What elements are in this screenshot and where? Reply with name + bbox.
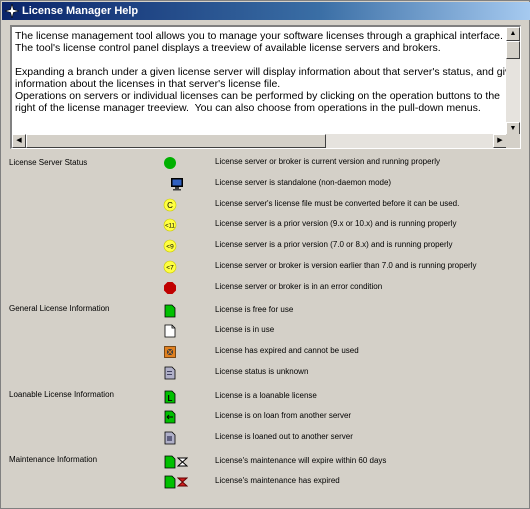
- legend-label: License is in use: [215, 325, 275, 334]
- legend-row: License's maintenance has expired: [1, 474, 530, 490]
- title-bar[interactable]: License Manager Help: [2, 2, 530, 20]
- legend-label: License is a loanable license: [215, 391, 317, 400]
- legend-label: License's maintenance has expired: [215, 476, 340, 485]
- legend-label: License is on loan from another server: [215, 411, 352, 420]
- legend-label: License is free for use: [215, 305, 294, 314]
- legend-row: <7 License server or broker is version e…: [1, 259, 530, 275]
- vertical-scroll-thumb[interactable]: [506, 41, 520, 59]
- help-text-pane[interactable]: The license management tool allows you t…: [10, 25, 521, 149]
- legend-row: License server is standalone (non-daemon…: [1, 176, 530, 192]
- expired-doc-icon: [164, 346, 176, 358]
- legend-row: License is in use: [1, 323, 530, 339]
- legend-row: C License server's license file must be …: [1, 197, 530, 213]
- green-doc-icon: [164, 455, 176, 469]
- legend-label: License server's license file must be co…: [215, 199, 460, 208]
- legend-label: License is loaned out to another server: [215, 432, 353, 441]
- legend-row: License server or broker is in an error …: [1, 280, 530, 296]
- legend-row: License is on loan from another server: [1, 409, 530, 425]
- scroll-left-button[interactable]: ◀: [12, 134, 26, 148]
- badge-text: <11: [165, 224, 175, 230]
- license-manager-help-window: License Manager Help The license managem…: [0, 0, 530, 509]
- badge-text: <9: [166, 244, 174, 251]
- scroll-up-button[interactable]: ▲: [506, 27, 520, 41]
- legend-label: License server or broker is version earl…: [215, 261, 477, 270]
- badge-text: <7: [166, 265, 174, 272]
- yellow-c-icon: C: [163, 198, 177, 212]
- green-doc-icon: [164, 304, 176, 318]
- legend-row: <9 License server is a prior version (7.…: [1, 238, 530, 254]
- loaned-out-doc-icon: [164, 431, 176, 445]
- loanable-doc-icon: L: [164, 390, 176, 404]
- scroll-right-button[interactable]: ▶: [493, 134, 507, 148]
- yellow-v9-icon: <9: [163, 239, 177, 253]
- help-text: The license management tool allows you t…: [15, 30, 516, 114]
- legend-label: License status is unknown: [215, 367, 309, 376]
- red-hourglass-icon: [177, 477, 188, 487]
- legend-row: License's maintenance will expire within…: [1, 454, 530, 470]
- legend-row: License is loaned out to another server: [1, 430, 530, 446]
- legend-label: License server is standalone (non-daemon…: [215, 178, 392, 187]
- on-loan-doc-icon: [164, 410, 176, 424]
- legend-label: License server or broker is in an error …: [215, 282, 383, 291]
- legend-row: L License is a loanable license: [1, 389, 530, 405]
- green-circle-icon: [164, 157, 176, 169]
- horizontal-scrollbar[interactable]: ◀ ▶: [12, 134, 507, 148]
- legend-label: License server or broker is current vers…: [215, 157, 440, 166]
- yellow-v7-icon: <7: [163, 260, 177, 274]
- badge-text: C: [167, 201, 173, 210]
- white-doc-icon: [164, 324, 176, 338]
- legend-row: License server or broker is current vers…: [1, 155, 530, 171]
- legend-label: License's maintenance will expire within…: [215, 456, 387, 465]
- hourglass-icon: [177, 457, 188, 467]
- svg-text:L: L: [168, 394, 173, 403]
- horizontal-scroll-thumb[interactable]: [26, 134, 326, 148]
- legend-label: License has expired and cannot be used: [215, 346, 359, 355]
- legend-row: License has expired and cannot be used: [1, 344, 530, 360]
- monitor-icon: [171, 178, 183, 191]
- star-icon: [5, 4, 19, 18]
- unknown-doc-icon: [164, 366, 176, 380]
- legend-label: License server is a prior version (7.0 o…: [215, 240, 453, 249]
- red-octagon-icon: [164, 282, 176, 294]
- green-doc-icon: [164, 475, 176, 489]
- scrollbar-corner: [506, 134, 520, 148]
- legend-label: License server is a prior version (9.x o…: [215, 219, 457, 228]
- vertical-scrollbar[interactable]: ▲ ▼: [506, 27, 520, 136]
- window-title: License Manager Help: [22, 5, 139, 17]
- legend-row: License is free for use: [1, 303, 530, 319]
- legend-row: License status is unknown: [1, 365, 530, 381]
- yellow-v11-icon: <11: [163, 218, 177, 232]
- legend-row: <11 License server is a prior version (9…: [1, 217, 530, 233]
